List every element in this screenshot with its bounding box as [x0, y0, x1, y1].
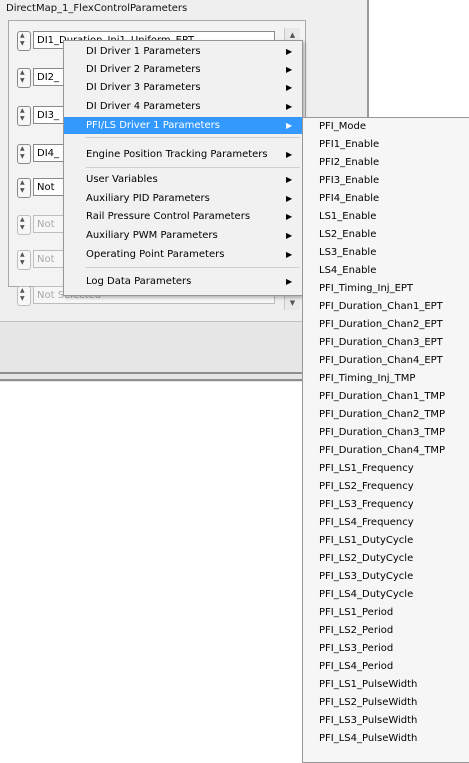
menu-item-auxiliary-pwm[interactable]: Auxiliary PWM Parameters ▶: [64, 227, 302, 244]
submenu-item[interactable]: PFI_LS3_DutyCycle: [319, 568, 413, 585]
menu-item-label: Engine Position Tracking Parameters: [86, 149, 268, 160]
menu-item-label: Auxiliary PID Parameters: [86, 193, 210, 204]
menu-item-label: Operating Point Parameters: [86, 249, 225, 260]
submenu-item[interactable]: PFI_LS1_DutyCycle: [319, 532, 413, 549]
submenu-item[interactable]: LS4_Enable: [319, 262, 376, 279]
menu-item-auxiliary-pid[interactable]: Auxiliary PID Parameters ▶: [64, 190, 302, 207]
submenu-arrow-icon: ▶: [286, 150, 293, 159]
submenu-item[interactable]: PFI_LS1_Frequency: [319, 460, 414, 477]
menu-item-log-data[interactable]: Log Data Parameters ▶: [64, 273, 302, 290]
submenu-item[interactable]: PFI_LS3_Period: [319, 640, 393, 657]
menu-item-label: DI Driver 2 Parameters: [86, 64, 201, 75]
submenu-arrow-icon: ▶: [286, 277, 293, 286]
submenu-arrow-icon: ▶: [286, 250, 293, 259]
submenu-item[interactable]: PFI_LS3_Frequency: [319, 496, 414, 513]
spin-arrows-icon[interactable]: [17, 215, 31, 235]
submenu-item[interactable]: PFI_Duration_Chan3_TMP: [319, 424, 445, 441]
submenu-item[interactable]: PFI2_Enable: [319, 154, 379, 171]
submenu-arrow-icon: ▶: [286, 231, 293, 240]
pfi-ls-submenu: PFI_Mode PFI1_Enable PFI2_Enable PFI3_En…: [302, 117, 469, 763]
menu-item-label: Rail Pressure Control Parameters: [86, 211, 251, 222]
submenu-item[interactable]: PFI_LS1_PulseWidth: [319, 676, 417, 693]
submenu-item[interactable]: PFI1_Enable: [319, 136, 379, 153]
submenu-arrow-icon: ▶: [286, 175, 293, 184]
spin-arrows-icon[interactable]: [17, 178, 31, 198]
submenu-item[interactable]: PFI_LS4_PulseWidth: [319, 730, 417, 747]
submenu-arrow-icon: ▶: [286, 102, 293, 111]
submenu-item[interactable]: PFI_LS2_PulseWidth: [319, 694, 417, 711]
menu-separator: [86, 137, 300, 138]
spin-arrows-icon[interactable]: [17, 68, 31, 88]
submenu-item[interactable]: LS1_Enable: [319, 208, 376, 225]
menu-item-label: DI Driver 3 Parameters: [86, 82, 201, 93]
menu-item-di-driver-1[interactable]: DI Driver 1 Parameters ▶: [64, 43, 302, 60]
submenu-arrow-icon: ▶: [286, 47, 293, 56]
submenu-item[interactable]: PFI_Duration_Chan1_EPT: [319, 298, 443, 315]
spin-arrows-icon[interactable]: [17, 286, 31, 306]
menu-item-label: User Variables: [86, 174, 158, 185]
submenu-item[interactable]: LS3_Enable: [319, 244, 376, 261]
submenu-item[interactable]: PFI_LS1_Period: [319, 604, 393, 621]
submenu-arrow-icon: ▶: [286, 194, 293, 203]
menu-item-label: Log Data Parameters: [86, 276, 192, 287]
menu-item-label: PFI/LS Driver 1 Parameters: [86, 120, 220, 131]
menu-item-di-driver-2[interactable]: DI Driver 2 Parameters ▶: [64, 61, 302, 78]
submenu-item[interactable]: PFI_Timing_Inj_TMP: [319, 370, 415, 387]
submenu-item[interactable]: PFI_LS4_Frequency: [319, 514, 414, 531]
spin-arrows-icon[interactable]: [17, 31, 31, 51]
submenu-item[interactable]: PFI_Duration_Chan2_EPT: [319, 316, 443, 333]
submenu-arrow-icon: ▶: [286, 212, 293, 221]
submenu-item[interactable]: PFI_Duration_Chan4_EPT: [319, 352, 443, 369]
menu-item-label: DI Driver 4 Parameters: [86, 101, 201, 112]
spin-arrows-icon[interactable]: [17, 144, 31, 164]
submenu-item[interactable]: PFI_LS2_Frequency: [319, 478, 414, 495]
submenu-item[interactable]: PFI_Timing_Inj_EPT: [319, 280, 413, 297]
menu-item-label: DI Driver 1 Parameters: [86, 46, 201, 57]
submenu-item[interactable]: LS2_Enable: [319, 226, 376, 243]
submenu-arrow-icon: ▶: [286, 83, 293, 92]
submenu-item[interactable]: PFI_Duration_Chan3_EPT: [319, 334, 443, 351]
spin-arrows-icon[interactable]: [17, 106, 31, 126]
menu-item-engine-position-tracking[interactable]: Engine Position Tracking Parameters ▶: [64, 146, 302, 163]
menu-item-rail-pressure-control[interactable]: Rail Pressure Control Parameters ▶: [64, 208, 302, 225]
submenu-item[interactable]: PFI_Mode: [319, 118, 366, 135]
submenu-item[interactable]: PFI_Duration_Chan2_TMP: [319, 406, 445, 423]
context-menu: DI Driver 1 Parameters ▶ DI Driver 2 Par…: [63, 40, 303, 296]
submenu-item[interactable]: PFI_LS2_DutyCycle: [319, 550, 413, 567]
submenu-item[interactable]: PFI4_Enable: [319, 190, 379, 207]
submenu-item[interactable]: PFI_LS4_Period: [319, 658, 393, 675]
submenu-item[interactable]: PFI_Duration_Chan1_TMP: [319, 388, 445, 405]
panel-title: DirectMap_1_FlexControlParameters: [6, 3, 188, 14]
submenu-arrow-icon: ▶: [286, 65, 293, 74]
spin-arrows-icon[interactable]: [17, 250, 31, 270]
submenu-item[interactable]: PFI_LS3_PulseWidth: [319, 712, 417, 729]
menu-item-di-driver-3[interactable]: DI Driver 3 Parameters ▶: [64, 79, 302, 96]
menu-item-pfi-ls-driver-1[interactable]: PFI/LS Driver 1 Parameters ▶: [64, 117, 302, 134]
menu-separator: [86, 167, 300, 168]
submenu-item[interactable]: PFI_Duration_Chan4_TMP: [319, 442, 445, 459]
scroll-down-icon[interactable]: ▼: [285, 296, 300, 310]
menu-item-user-variables[interactable]: User Variables ▶: [64, 171, 302, 188]
submenu-arrow-icon: ▶: [286, 121, 293, 130]
menu-item-operating-point[interactable]: Operating Point Parameters ▶: [64, 246, 302, 263]
submenu-item[interactable]: PFI3_Enable: [319, 172, 379, 189]
menu-separator: [86, 267, 300, 268]
menu-item-label: Auxiliary PWM Parameters: [86, 230, 218, 241]
menu-item-di-driver-4[interactable]: DI Driver 4 Parameters ▶: [64, 98, 302, 115]
submenu-item[interactable]: PFI_LS2_Period: [319, 622, 393, 639]
submenu-item[interactable]: PFI_LS4_DutyCycle: [319, 586, 413, 603]
